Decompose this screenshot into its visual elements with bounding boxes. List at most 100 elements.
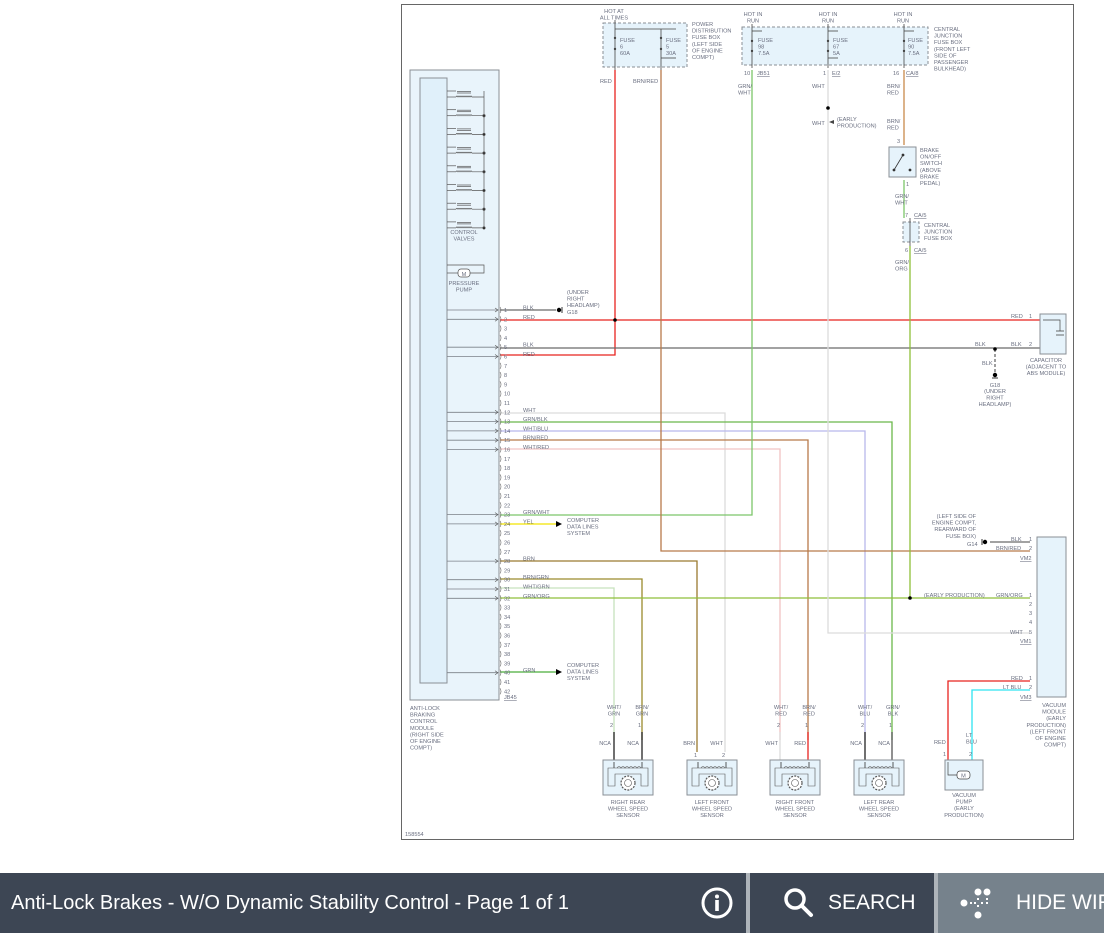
splice-dot [993, 347, 997, 351]
wire-label: BLK [1011, 537, 1022, 543]
wire-label: BLK [982, 361, 993, 367]
capacitor[interactable] [1039, 313, 1067, 355]
text-line: BLU [860, 712, 871, 718]
text-line: OF ENGINE [1035, 736, 1066, 742]
pin-number: 4 [504, 336, 507, 342]
pin-number: 28 [504, 559, 510, 565]
wire-label: WHT [812, 84, 825, 90]
text-line: BRAKE [920, 148, 939, 154]
wire-label: GRN/BLK [523, 417, 548, 423]
text-line: RIGHT [986, 396, 1004, 402]
text-line: WHT/ [774, 705, 789, 711]
text-line: BRN/ [887, 84, 901, 90]
wheel-speed-sensor[interactable] [686, 759, 738, 796]
text-line: 30A [666, 51, 676, 57]
g18-id: G18 [567, 310, 578, 316]
pin-number: 38 [504, 652, 510, 658]
text-line: (LEFT FRONT [1030, 729, 1067, 735]
wire-label: WHT/BLU [523, 426, 548, 432]
connector-id: VM2 [1020, 556, 1032, 562]
pin-number: 9 [504, 382, 507, 388]
wheel-speed-sensor[interactable] [769, 759, 821, 796]
text-line: SIDE OF [934, 53, 957, 59]
pin-number: 3 [1029, 611, 1032, 617]
text-line: RIGHT [567, 297, 585, 303]
text-line: DATA LINES [567, 525, 599, 531]
g14-id: G14 [967, 542, 978, 548]
text-line: REARWARD OF [934, 527, 976, 533]
text-line: RIGHT REAR [611, 800, 645, 806]
text-line: GRN [608, 712, 620, 718]
wire-label: BRN [683, 741, 695, 747]
pin-number: 20 [504, 485, 510, 491]
vacuum-module[interactable] [1036, 536, 1067, 698]
power-distribution-fuse-box[interactable] [602, 20, 688, 70]
text-line: FUSE [666, 38, 681, 44]
text-line: FUSE [833, 38, 848, 44]
text-line: HEADLAMP) [979, 402, 1012, 408]
tone-ring-gear-icon [704, 775, 720, 791]
text-line: RUN [747, 19, 759, 25]
pin-number: 6 [504, 355, 507, 361]
hide-wiring-label: HIDE WIRING [1016, 891, 1104, 914]
pin-number: 15 [504, 438, 510, 444]
brake-switch[interactable] [888, 146, 917, 178]
text-line: VACUUM [952, 793, 976, 799]
text-line: FUSE [758, 38, 773, 44]
wire-label: NCA [627, 741, 639, 747]
pin-number: 32 [504, 596, 510, 602]
wire-label: LT BLU [1003, 685, 1021, 691]
pin-number: 34 [504, 615, 510, 621]
wiring-icon [960, 888, 991, 919]
text-line: WHT [895, 201, 908, 207]
text-line: (UNDER [567, 290, 589, 296]
pin-number: 39 [504, 661, 510, 667]
text-line: SENSOR [616, 813, 640, 819]
text-line: (EARLY [954, 806, 974, 812]
text-line: MODULE [1042, 710, 1066, 716]
tone-ring-gear-icon [787, 775, 803, 791]
pin-number: 1 [1029, 314, 1032, 320]
pin-number: 25 [504, 531, 510, 537]
pin-number: 1 [694, 753, 697, 759]
wire-label: WHT/RED [523, 445, 549, 451]
info-button[interactable] [688, 873, 746, 933]
pin-number: 8 [504, 373, 507, 379]
cjb-small[interactable] [902, 218, 920, 246]
pin-number: 1 [1029, 537, 1032, 543]
wheel-speed-sensor[interactable] [602, 759, 654, 796]
text-line: CENTRAL [934, 27, 960, 33]
pin-number: 40 [504, 671, 510, 677]
wiring-diagram: 158554 CONTROL VALVES M PRESSURE PUMP 1 … [401, 4, 1074, 840]
wire-label: WHT/GRN [607, 705, 622, 718]
search-button[interactable]: SEARCH [750, 873, 936, 933]
text-line: (FRONT LEFT [934, 47, 971, 53]
text-line: LEFT FRONT [695, 800, 730, 806]
wire-label: RED [1011, 314, 1023, 320]
wire-label: BRN/RED [802, 705, 816, 718]
text-line: COMPT) [692, 55, 714, 61]
text-line: SWITCH [920, 161, 942, 167]
wire-label: RED [1011, 676, 1023, 682]
abs-connector-id: JB45 [504, 695, 517, 701]
text-line: HOT AT [604, 9, 624, 15]
wire-label: WHT [1010, 630, 1023, 636]
wire-label: BRN/RED [996, 546, 1021, 552]
pin-number: 3 [504, 327, 507, 333]
text-line: HOT IN [894, 12, 913, 18]
hide-wiring-button[interactable]: HIDE WIRING [938, 873, 1104, 933]
connector-id: VM3 [1020, 695, 1032, 701]
wire-label: GRN/ORG [996, 593, 1023, 599]
text-line: GRN/ [886, 705, 900, 711]
text-line: JUNCTION [924, 230, 952, 236]
text-line: CENTRAL [924, 223, 950, 229]
wire-label: GRN [523, 668, 535, 674]
motor-label: M [462, 272, 467, 278]
text-line: 5 [666, 45, 669, 51]
pin-number: 23 [504, 513, 510, 519]
connector-id: CA/5 [914, 213, 926, 219]
wheel-speed-sensor[interactable] [853, 759, 905, 796]
text-line: WHEEL SPEED [859, 807, 899, 813]
text-line: WHEEL SPEED [608, 807, 648, 813]
text-line: (EARLY [1046, 716, 1066, 722]
